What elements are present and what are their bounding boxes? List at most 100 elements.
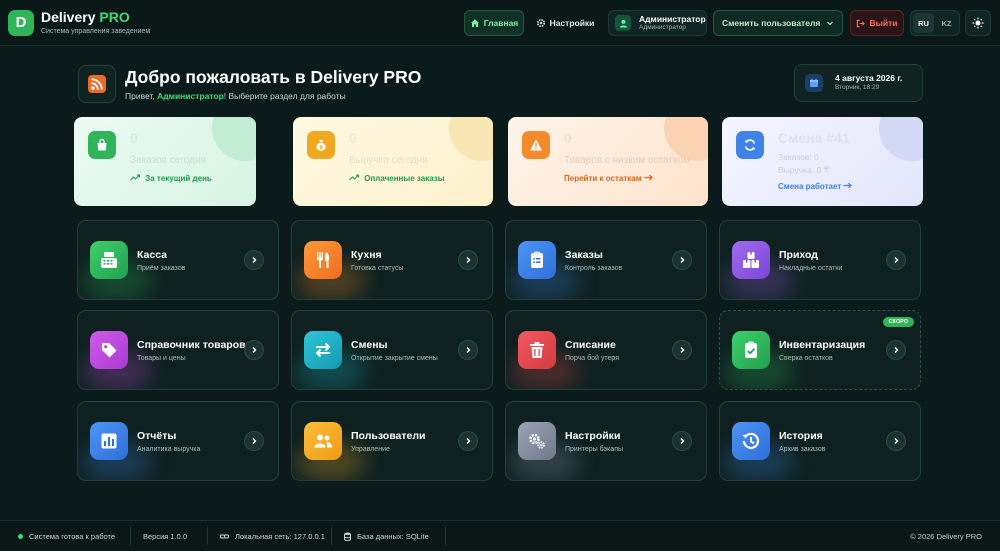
chevron-right-icon[interactable] — [244, 250, 264, 270]
arrow-right-icon — [843, 182, 853, 189]
settings-button[interactable]: Настройки — [530, 10, 600, 36]
bar-chart-icon — [90, 422, 128, 460]
theme-toggle-button[interactable] — [965, 10, 991, 36]
current-user[interactable]: Администратор Администратор — [608, 10, 707, 36]
module-title: Списание — [565, 339, 616, 351]
module-title: Пользователи — [351, 430, 426, 442]
shift-revenue: Выручка: 0 ₸ — [778, 165, 829, 175]
rss-icon — [88, 75, 106, 93]
module-card-shifts[interactable]: Смены Открытие закрытие смены — [291, 310, 493, 390]
svg-text:$: $ — [319, 145, 323, 151]
status-bar: Система готова к работе Версия 1.0.0 Лок… — [0, 520, 1000, 551]
module-subtitle: Архив заказов — [779, 446, 826, 453]
refresh-icon — [736, 131, 764, 159]
module-card-reports[interactable]: Отчёты Аналитика выручка — [77, 401, 279, 481]
module-card-incoming[interactable]: Приход Накладные остатки — [719, 220, 921, 300]
brand: Delivery PRO Система управления заведени… — [41, 10, 150, 35]
home-button[interactable]: Главная — [464, 10, 524, 36]
stat-orders-today[interactable]: 0 Заказов сегодня За текущий день — [74, 117, 256, 206]
lang-kz-button[interactable]: KZ — [936, 13, 957, 33]
chevron-right-icon[interactable] — [886, 250, 906, 270]
logout-button[interactable]: Выйти — [850, 10, 904, 36]
module-subtitle: Готовка статусы — [351, 265, 404, 272]
module-subtitle: Аналитика выручка — [137, 446, 201, 453]
date-widget: 4 августа 2026 г. Вторник, 18:29 — [794, 64, 923, 102]
arrow-right-icon — [644, 174, 653, 181]
chevron-right-icon[interactable] — [244, 340, 264, 360]
network-icon — [220, 534, 229, 539]
module-title: Отчёты — [137, 430, 177, 442]
calendar-icon — [805, 74, 823, 92]
module-card-settings[interactable]: Настройки Принтеры бэкапы — [505, 401, 707, 481]
stat-shift[interactable]: Смена #41 Заказов: 0 Выручка: 0 ₸ Смена … — [722, 117, 923, 206]
module-card-history[interactable]: История Архив заказов — [719, 401, 921, 481]
chevron-right-icon[interactable] — [244, 431, 264, 451]
clipboard-check-icon — [732, 331, 770, 369]
module-title: Инвентаризация — [779, 339, 866, 351]
stat-label: Заказов сегодня — [130, 155, 206, 166]
stat-link[interactable]: За текущий день — [130, 174, 212, 183]
module-card-users[interactable]: Пользователи Управление — [291, 401, 493, 481]
page-title: Добро пожаловать в Delivery PRO — [125, 67, 422, 87]
clipboard-icon — [518, 241, 556, 279]
gear-icon — [536, 18, 545, 28]
history-icon — [732, 422, 770, 460]
home-icon — [470, 19, 479, 27]
shift-status-link[interactable]: Смена работает — [778, 182, 853, 191]
module-subtitle: Открытие закрытие смены — [351, 355, 438, 362]
trend-up-icon — [349, 174, 360, 181]
module-card-cashier[interactable]: Касса Приём заказов — [77, 220, 279, 300]
module-card-kitchen[interactable]: Кухня Готовка статусы — [291, 220, 493, 300]
module-card-products[interactable]: Справочник товаров Товары и цены — [77, 310, 279, 390]
module-subtitle: Управление — [351, 446, 390, 453]
warning-icon — [522, 131, 550, 159]
module-subtitle: Принтеры бэкапы — [565, 446, 624, 453]
module-subtitle: Приём заказов — [137, 265, 186, 272]
lang-ru-button[interactable]: RU — [913, 13, 934, 33]
chevron-right-icon[interactable] — [458, 431, 478, 451]
gears-icon — [518, 422, 556, 460]
module-title: Кухня — [351, 249, 382, 261]
shift-orders: Заказов: 0 — [778, 152, 819, 162]
top-bar: D Delivery PRO Система управления заведе… — [0, 0, 1000, 46]
chevron-right-icon[interactable] — [458, 340, 478, 360]
module-subtitle: Сверка остатков — [779, 355, 833, 362]
chevron-right-icon[interactable] — [672, 431, 692, 451]
chevron-right-icon[interactable] — [672, 250, 692, 270]
switch-user-select[interactable]: Сменить пользователя — [713, 10, 843, 36]
chevron-right-icon[interactable] — [886, 431, 906, 451]
users-icon — [304, 422, 342, 460]
stat-low-stock[interactable]: 0 Товаров с низким остатком Перейти к ос… — [508, 117, 708, 206]
database-icon — [344, 532, 351, 541]
swap-arrows-icon — [304, 331, 342, 369]
module-subtitle: Контроль заказов — [565, 265, 623, 272]
module-title: Справочник товаров — [137, 339, 246, 351]
copyright: © 2026 Delivery PRO — [910, 532, 982, 541]
module-subtitle: Накладные остатки — [779, 265, 843, 272]
chevron-right-icon[interactable] — [886, 340, 906, 360]
module-title: История — [779, 430, 823, 442]
go-to-stock-link[interactable]: Перейти к остаткам — [564, 174, 653, 183]
welcome-subtitle: Привет, Администратор! Выберите раздел д… — [125, 91, 346, 101]
module-card-inventory[interactable]: СКОРО Инвентаризация Сверка остатков — [719, 310, 921, 390]
fork-knife-icon — [304, 241, 342, 279]
module-title: Касса — [137, 249, 168, 261]
app-logo: D — [8, 9, 34, 36]
chevron-right-icon[interactable] — [672, 340, 692, 360]
module-card-orders[interactable]: Заказы Контроль заказов — [505, 220, 707, 300]
logout-icon — [857, 19, 866, 27]
coming-soon-badge: СКОРО — [882, 317, 914, 327]
brand-title: Delivery PRO — [41, 8, 130, 25]
network-info: Локальная сеть: 127.0.0.1 — [220, 532, 325, 541]
stat-label: Выручка сегодня — [349, 155, 428, 166]
app-version: Версия 1.0.0 — [143, 532, 188, 541]
current-weekday-time: Вторник, 18:29 — [835, 84, 880, 92]
tag-icon — [90, 331, 128, 369]
chevron-right-icon[interactable] — [458, 250, 478, 270]
current-date: 4 августа 2026 г. — [835, 73, 903, 84]
trend-up-icon — [130, 174, 141, 181]
stat-revenue-today[interactable]: $ 0 Выручка сегодня Оплаченные заказы — [293, 117, 493, 206]
module-subtitle: Порча бой утеря — [565, 355, 620, 362]
stat-link[interactable]: Оплаченные заказы — [349, 174, 445, 183]
module-card-writeoff[interactable]: Списание Порча бой утеря — [505, 310, 707, 390]
